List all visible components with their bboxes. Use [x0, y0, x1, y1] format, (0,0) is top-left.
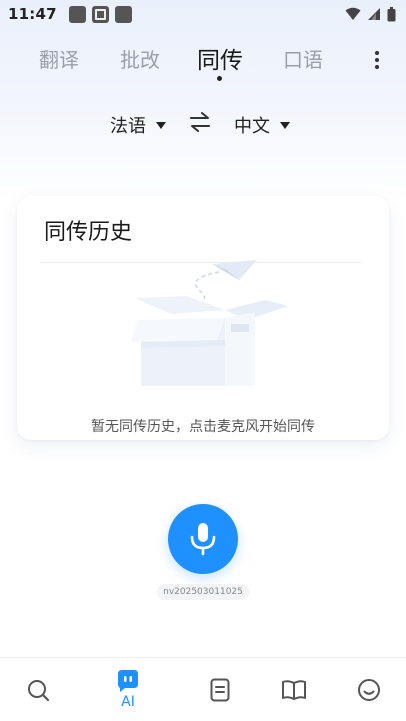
status-time: 11:47 [8, 5, 57, 23]
battery-icon [387, 6, 396, 21]
swap-languages-icon[interactable] [189, 112, 211, 132]
signal-icon [368, 8, 380, 20]
text-app-icon [91, 5, 109, 23]
language-selector-row: 法语 中文 [0, 108, 406, 138]
caret-down-icon [156, 121, 166, 129]
book-icon [282, 680, 306, 700]
bottom-navigation: AI [0, 657, 406, 721]
smiley-icon [358, 679, 380, 701]
source-language-label: 法语 [110, 116, 146, 137]
wifi-icon [345, 7, 361, 20]
history-empty-text: 暂无同传历史，点击麦克风开始同传 [91, 419, 315, 435]
history-title: 同传历史 [44, 220, 133, 245]
more-options-icon[interactable] [374, 51, 380, 71]
tab-simultaneous[interactable]: 同传 [197, 41, 243, 75]
status-notification-icons [68, 5, 132, 23]
nav-search[interactable] [20, 658, 56, 721]
device-id-badge: nv202503011025 [157, 584, 249, 600]
nav-ai-label: AI [121, 694, 135, 710]
caret-down-icon [280, 121, 290, 129]
nav-book[interactable] [280, 658, 308, 721]
tab-translate[interactable]: 翻译 [39, 44, 79, 73]
nav-profile[interactable] [356, 658, 382, 721]
search-icon [28, 680, 50, 702]
app-square-icon [114, 5, 132, 23]
active-tab-indicator [217, 76, 222, 81]
history-card: 同传历史 暂无同传历史，点击麦克风开始同传 [17, 196, 389, 440]
target-language-select[interactable]: 中文 [234, 112, 290, 138]
top-tabs: 翻译 批改 同传 口语 [0, 38, 406, 82]
source-language-select[interactable]: 法语 [110, 112, 166, 138]
target-language-label: 中文 [234, 116, 270, 137]
header-background [0, 0, 406, 200]
document-icon [210, 678, 230, 702]
microphone-button[interactable] [168, 504, 238, 574]
empty-box-illustration [131, 260, 287, 386]
status-system-icons [345, 6, 396, 22]
tab-correction[interactable]: 批改 [120, 44, 160, 73]
tab-speaking[interactable]: 口语 [283, 44, 323, 73]
microphone-icon [190, 523, 216, 556]
nav-ai[interactable]: AI [108, 658, 148, 721]
ai-robot-icon [118, 670, 138, 692]
nav-document[interactable] [208, 658, 232, 721]
app-square-icon [68, 5, 86, 23]
status-bar: 11:47 [0, 0, 406, 28]
